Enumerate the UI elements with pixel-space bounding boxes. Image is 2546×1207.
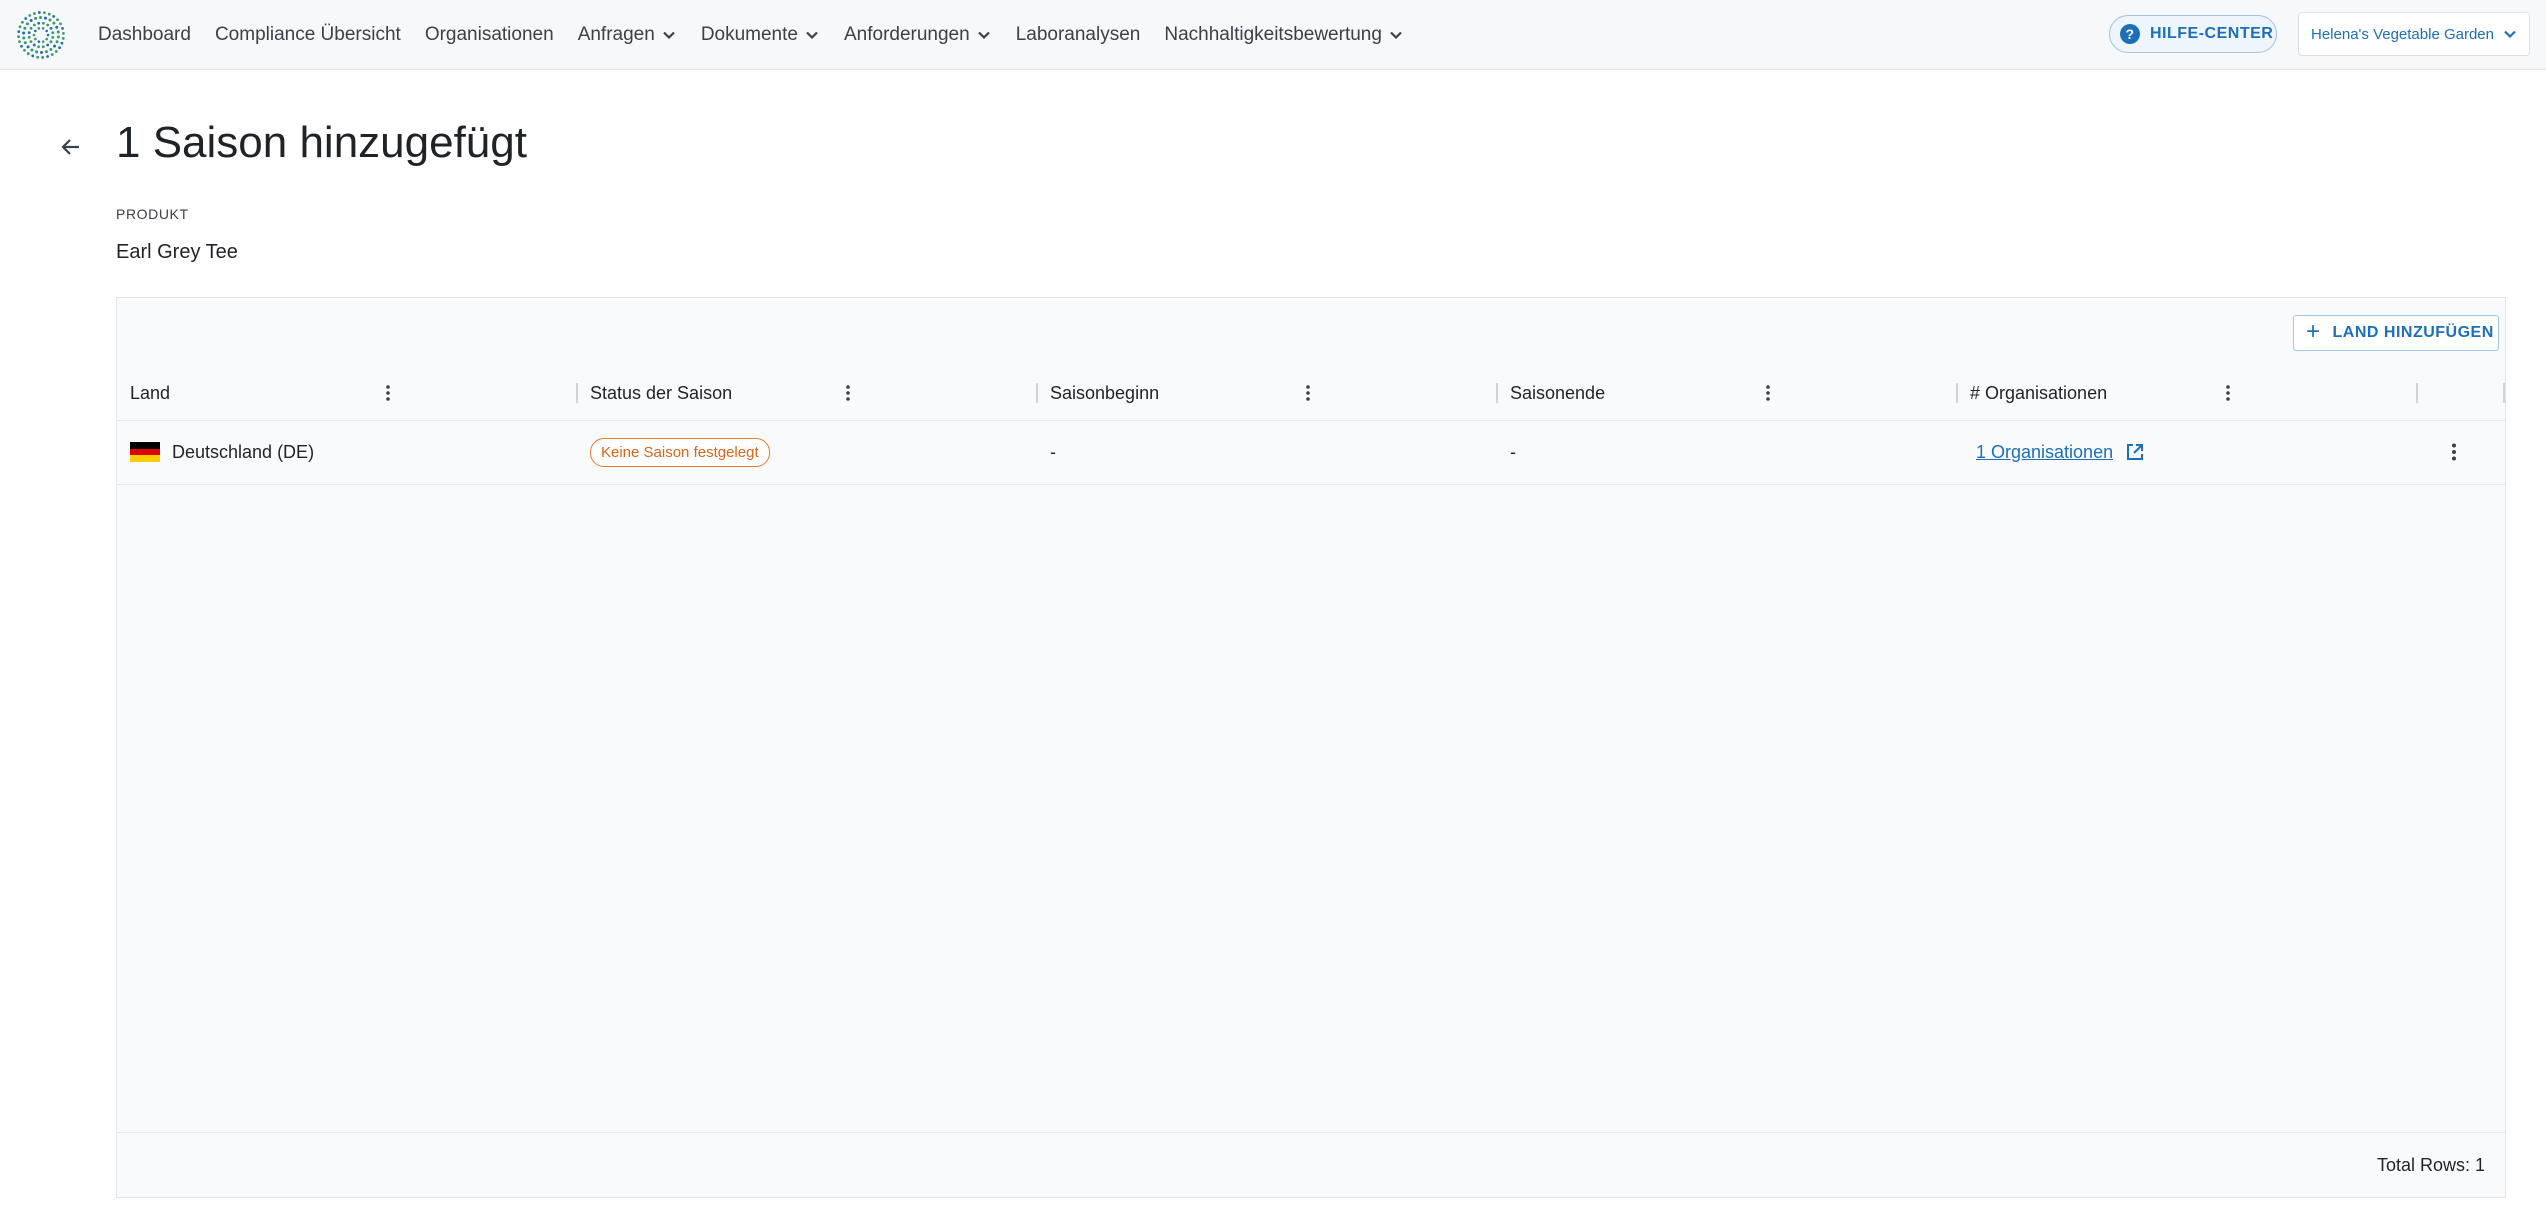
- organisation-selector[interactable]: Helena's Vegetable Garden: [2298, 12, 2530, 56]
- country-name: Deutschland (DE): [172, 441, 315, 462]
- nav-item-dashboard[interactable]: Dashboard: [98, 24, 191, 46]
- column-menu-icon[interactable]: [838, 383, 858, 403]
- seasons-data-grid: + LAND HINZUFÜGEN Land Status der Saison…: [116, 297, 2506, 1198]
- add-country-button[interactable]: + LAND HINZUFÜGEN: [2293, 315, 2499, 351]
- nav-item-label: Laboranalysen: [1015, 24, 1141, 45]
- flag-stripe-black: [130, 442, 160, 449]
- column-menu-icon[interactable]: [1758, 383, 1778, 403]
- nav-item-label: Dashboard: [98, 24, 191, 45]
- table-row[interactable]: Deutschland (DE) Keine Saison festgelegt…: [117, 420, 2505, 485]
- nav-item-label: Dokumente: [700, 24, 798, 45]
- chevron-down-icon: [806, 31, 818, 40]
- grid-footer: Total Rows: 1: [117, 1132, 2505, 1197]
- chevron-down-icon: [2504, 30, 2516, 39]
- cell-season-end: -: [1510, 441, 1516, 462]
- nav-item-lab-analyses[interactable]: Laboranalysen: [1016, 24, 1141, 46]
- organisations-link[interactable]: 1 Organisationen: [1976, 442, 2113, 463]
- add-country-label: LAND HINZUFÜGEN: [2332, 324, 2494, 341]
- nav-item-label: Nachhaltigkeitsbewertung: [1164, 24, 1382, 45]
- cell-season-status: Keine Saison festgelegt: [590, 420, 770, 484]
- product-label: PRODUKT: [116, 206, 189, 222]
- chevron-down-icon: [1390, 31, 1402, 40]
- row-actions-menu-icon[interactable]: [2443, 441, 2465, 463]
- help-center-label: HILFE-CENTER: [2150, 25, 2274, 42]
- sunburst-logo-icon[interactable]: [16, 10, 66, 60]
- back-arrow-icon[interactable]: [56, 132, 86, 162]
- chevron-down-icon: [977, 31, 990, 40]
- column-header-country[interactable]: Land: [130, 366, 170, 420]
- nav-item-label: Compliance Übersicht: [214, 24, 401, 45]
- cell-season-start: -: [1050, 441, 1056, 462]
- status-badge: Keine Saison festgelegt: [590, 437, 770, 467]
- cell-organisations: 1 Organisationen: [1976, 420, 2145, 484]
- open-in-new-icon[interactable]: [2125, 442, 2145, 462]
- product-value: Earl Grey Tee: [116, 241, 238, 263]
- nav-item-label: Anforderungen: [843, 24, 970, 45]
- total-rows-count: Total Rows: 1: [2376, 1155, 2485, 1175]
- column-header-season-status[interactable]: Status der Saison: [590, 366, 732, 420]
- nav-item-requirements[interactable]: Anforderungen: [844, 24, 992, 46]
- main-nav: Dashboard Compliance Übersicht Organisat…: [98, 0, 1428, 70]
- flag-stripe-red: [130, 448, 160, 456]
- column-separator[interactable]: [576, 383, 578, 403]
- column-separator[interactable]: [2503, 383, 2505, 403]
- chevron-down-icon: [663, 31, 675, 40]
- nav-item-compliance-overview[interactable]: Compliance Übersicht: [215, 24, 401, 46]
- question-circle-icon: ?: [2120, 24, 2140, 44]
- grid-header: Land Status der Saison Saisonbeginn Sais…: [117, 366, 2505, 421]
- column-separator[interactable]: [1036, 383, 1038, 403]
- nav-item-label: Anfragen: [577, 24, 655, 45]
- column-header-season-end[interactable]: Saisonende: [1510, 366, 1605, 420]
- column-menu-icon[interactable]: [1298, 383, 1318, 403]
- nav-item-label: Organisationen: [424, 24, 554, 45]
- page-title: 1 Saison hinzugefügt: [116, 118, 527, 167]
- plus-icon: +: [2306, 317, 2321, 345]
- nav-item-documents[interactable]: Dokumente: [701, 24, 820, 46]
- nav-item-organisations[interactable]: Organisationen: [425, 24, 554, 46]
- organisation-selector-value: Helena's Vegetable Garden: [2311, 25, 2494, 43]
- column-menu-icon[interactable]: [2218, 383, 2238, 403]
- column-separator[interactable]: [1956, 383, 1958, 403]
- flag-stripe-gold: [130, 455, 160, 463]
- nav-item-sustainability[interactable]: Nachhaltigkeitsbewertung: [1164, 24, 1404, 46]
- top-navigation-bar: Dashboard Compliance Übersicht Organisat…: [0, 0, 2546, 70]
- column-separator[interactable]: [1496, 383, 1498, 403]
- column-separator[interactable]: [2416, 383, 2418, 403]
- germany-flag-icon: [130, 442, 160, 463]
- column-header-organisations[interactable]: # Organisationen: [1970, 366, 2107, 420]
- column-menu-icon[interactable]: [378, 383, 398, 403]
- column-header-season-start[interactable]: Saisonbeginn: [1050, 366, 1159, 420]
- help-center-button[interactable]: ? HILFE-CENTER: [2109, 15, 2277, 53]
- nav-item-requests[interactable]: Anfragen: [578, 24, 677, 46]
- cell-country: Deutschland (DE): [130, 420, 314, 484]
